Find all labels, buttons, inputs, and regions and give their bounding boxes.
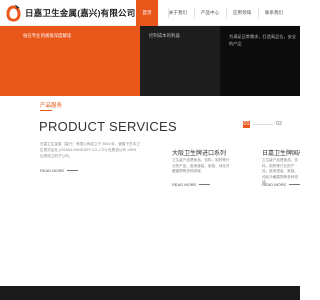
- banner-description: 为满足日常需求，打造高品位，安全的产品: [229, 34, 297, 46]
- product-services-section: 产品服务 PRODUCT SERVICES 日嘉卫生金属（嘉兴）有限公司成立于 …: [0, 96, 300, 286]
- read-more-label: READ MORE: [172, 182, 197, 187]
- section-label: 产品服务: [40, 103, 63, 109]
- arrow-right-icon: [67, 170, 79, 172]
- product-card-title[interactable]: 日嘉卫生牌国产系列: [262, 148, 300, 157]
- nav-divider: [258, 8, 259, 18]
- section-title: PRODUCT SERVICES: [39, 119, 177, 134]
- read-more-link[interactable]: READ MORE: [40, 168, 79, 173]
- read-more-label: READ MORE: [262, 182, 287, 187]
- pager-02[interactable]: 02: [276, 121, 282, 127]
- nav-divider: [226, 8, 227, 18]
- nav-divider: [194, 8, 195, 18]
- nav-item-applications[interactable]: 应用领域: [229, 0, 255, 26]
- product-card-title[interactable]: 大阪卫生牌进口系列: [172, 148, 226, 157]
- pager-track: [253, 124, 273, 125]
- arrow-right-icon: [199, 184, 211, 186]
- product-card-read-more[interactable]: READ MORE: [172, 182, 211, 187]
- banner-dark-text: 控制成本的利器: [149, 33, 180, 38]
- nav-item-about[interactable]: 关于我们: [165, 0, 191, 26]
- banner-orange-panel[interactable]: 站在专业的视角深度解读: [0, 26, 140, 96]
- page: 日嘉卫生金属(嘉兴)有限公司 首页 关于我们 产品中心 应用领域 联系我们 站在…: [0, 0, 300, 300]
- banner-orange-text: 站在专业的视角深度解读: [23, 33, 72, 38]
- arrow-right-icon: [289, 184, 300, 186]
- product-card-read-more[interactable]: READ MORE: [262, 182, 300, 187]
- section-description: 日嘉卫生金属（嘉兴）有限公司成立于 2004 年，隶属于日本卫生株式会社 (OS…: [40, 142, 140, 158]
- company-logo-icon[interactable]: [5, 4, 22, 23]
- footer-strip: [0, 286, 300, 300]
- nav-item-contact[interactable]: 联系我们: [261, 0, 287, 26]
- section-accent-bar: [40, 110, 52, 111]
- read-more-label: READ MORE: [40, 168, 65, 173]
- pager-01[interactable]: 01: [243, 121, 250, 128]
- site-header: 日嘉卫生金属(嘉兴)有限公司 首页 关于我们 产品中心 应用领域 联系我们: [0, 0, 300, 26]
- nav-item-home[interactable]: 首页: [136, 0, 158, 26]
- banner-dark-panel[interactable]: 控制成本的利器: [140, 26, 300, 96]
- company-name: 日嘉卫生金属(嘉兴)有限公司: [25, 8, 136, 18]
- nav-item-products[interactable]: 产品中心: [197, 0, 223, 26]
- product-card-desc: 卫生级产品是食品、饮料、制药等行业的产品，医用灌装、家族、纯化冷藏建物等多种领域…: [172, 158, 230, 173]
- banner: 站在专业的视角深度解读 控制成本的利器 为满足日常需求，打造高品位，安全的产品: [0, 26, 300, 96]
